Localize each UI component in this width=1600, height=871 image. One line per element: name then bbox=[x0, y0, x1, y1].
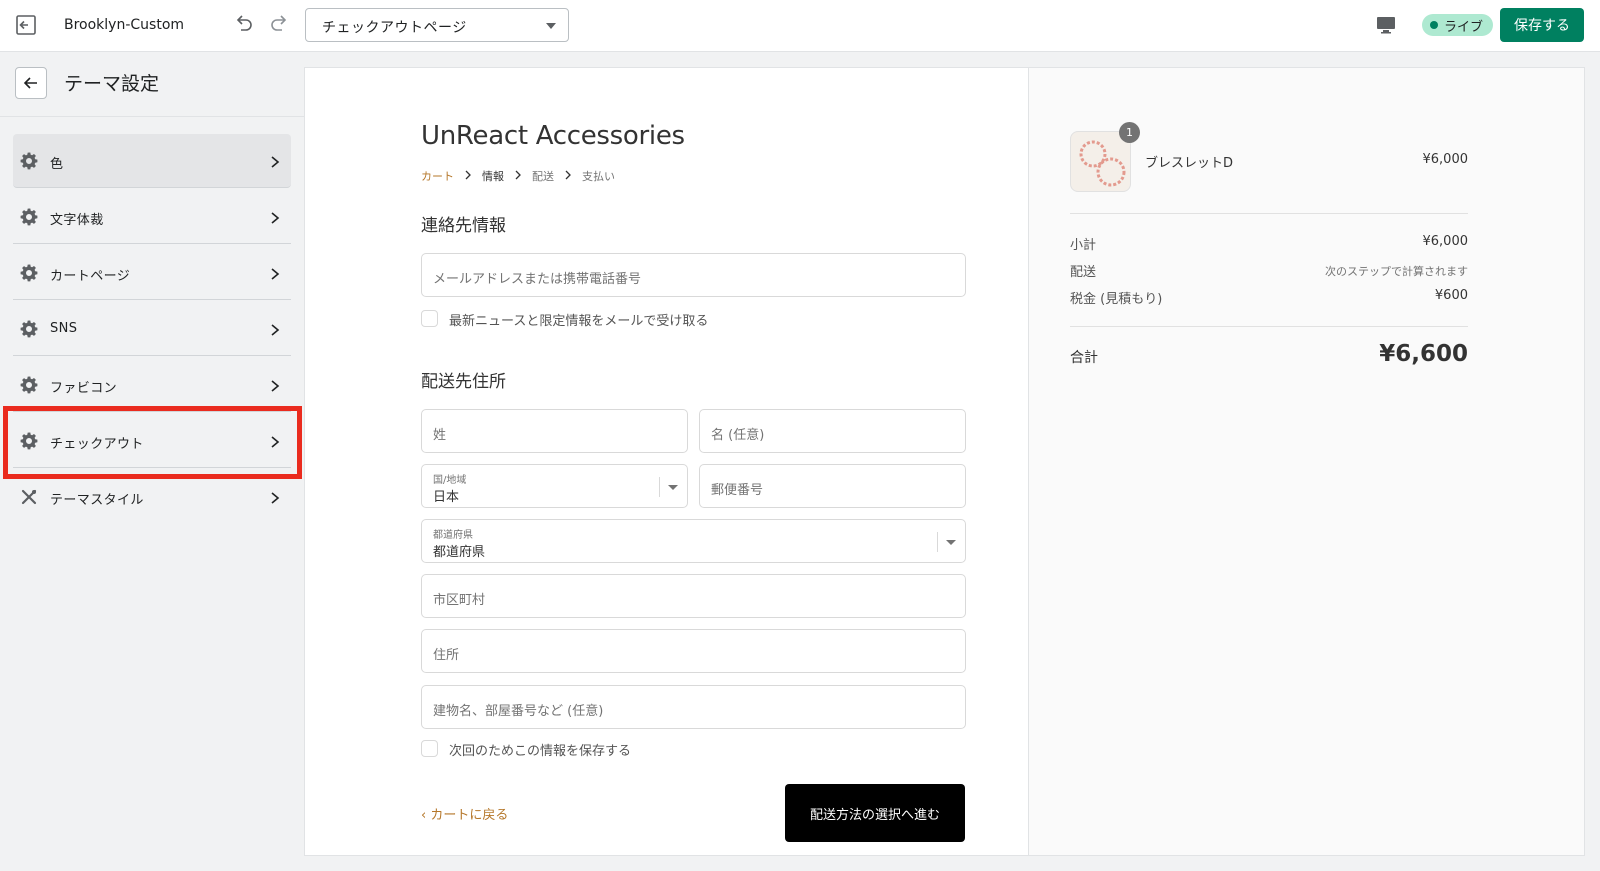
total-value: ¥6,600 bbox=[1379, 341, 1468, 367]
chevron-right-icon bbox=[269, 322, 281, 336]
total-label: 合計 bbox=[1070, 350, 1098, 366]
sidebar-item-cart-page[interactable]: カートページ bbox=[13, 246, 291, 300]
sidebar-item-favicon[interactable]: ファビコン bbox=[13, 358, 291, 412]
breadcrumb-info: 情報 bbox=[482, 170, 504, 183]
live-badge: ライブ bbox=[1422, 14, 1494, 36]
building-placeholder: 建物名、部屋番号など (任意) bbox=[433, 704, 604, 719]
continue-to-shipping-button[interactable]: 配送方法の選択へ進む bbox=[785, 784, 965, 842]
chevron-right-icon bbox=[269, 490, 281, 504]
country-value: 日本 bbox=[433, 490, 460, 505]
exit-icon[interactable] bbox=[14, 13, 40, 39]
chevron-down-icon bbox=[946, 540, 956, 545]
country-select[interactable]: 国/地域 日本 bbox=[421, 464, 688, 508]
gear-icon bbox=[19, 263, 39, 283]
shop-name[interactable]: UnReact Accessories bbox=[421, 121, 685, 151]
gear-icon bbox=[19, 151, 39, 171]
chevron-right-icon bbox=[564, 170, 572, 183]
breadcrumb-cart[interactable]: カート bbox=[421, 168, 454, 184]
sidebar-item-label: 文字体裁 bbox=[50, 213, 104, 228]
sidebar-item-color[interactable]: 色 bbox=[13, 134, 291, 188]
contact-section-title: 連絡先情報 bbox=[421, 216, 506, 236]
redo-icon[interactable] bbox=[267, 12, 293, 38]
gear-icon bbox=[19, 207, 39, 227]
save-info-label: 次回のためこの情報を保存する bbox=[449, 744, 632, 759]
select-divider bbox=[937, 532, 938, 552]
city-field[interactable]: 市区町村 bbox=[421, 574, 966, 618]
top-bar: Brooklyn-Custom チェックアウトページ ライブ 保存する bbox=[0, 0, 1600, 52]
live-dot-icon bbox=[1430, 21, 1438, 29]
product-price: ¥6,000 bbox=[1422, 152, 1469, 167]
breadcrumb-payment: 支払い bbox=[582, 170, 615, 183]
first-name-placeholder: 名 (任意) bbox=[711, 428, 765, 443]
address-field[interactable]: 住所 bbox=[421, 629, 966, 673]
sidebar-item-label: カートページ bbox=[50, 269, 131, 284]
save-button[interactable]: 保存する bbox=[1500, 8, 1584, 42]
back-to-cart-link[interactable]: ‹ カートに戻る bbox=[421, 804, 508, 823]
sidebar-item-sns[interactable]: SNS bbox=[13, 302, 291, 356]
shipping-value: 次のステップで計算されます bbox=[1325, 265, 1468, 278]
postal-code-field[interactable]: 郵便番号 bbox=[699, 464, 966, 508]
page-select-value: チェックアウトページ bbox=[322, 20, 467, 36]
back-button[interactable] bbox=[15, 67, 47, 99]
chevron-right-icon bbox=[269, 154, 281, 168]
country-label: 国/地域 bbox=[433, 475, 467, 486]
prefecture-select[interactable]: 都道府県 都道府県 bbox=[421, 519, 966, 563]
sidebar-item-label: SNS bbox=[50, 321, 78, 336]
sidebar-item-label: ファビコン bbox=[50, 381, 118, 396]
page-select[interactable]: チェックアウトページ bbox=[305, 8, 569, 42]
divider bbox=[1070, 213, 1468, 214]
last-name-placeholder: 姓 bbox=[433, 428, 447, 443]
quantity-badge: 1 bbox=[1119, 122, 1140, 143]
theme-name: Brooklyn-Custom bbox=[64, 17, 185, 33]
newsletter-checkbox[interactable] bbox=[421, 310, 438, 327]
tax-value: ¥600 bbox=[1434, 288, 1468, 303]
undo-icon[interactable] bbox=[232, 12, 258, 38]
postal-code-placeholder: 郵便番号 bbox=[711, 483, 764, 498]
highlight-box bbox=[3, 406, 302, 479]
chevron-down-icon bbox=[546, 23, 556, 29]
chevron-down-icon bbox=[668, 485, 678, 490]
tax-label: 税金 (見積もり) bbox=[1070, 292, 1163, 307]
sidebar-item-typography[interactable]: 文字体裁 bbox=[13, 190, 291, 244]
tools-icon bbox=[19, 487, 39, 507]
sidebar-header: テーマ設定 bbox=[0, 52, 304, 117]
first-name-field[interactable]: 名 (任意) bbox=[699, 409, 966, 453]
arrow-left-icon bbox=[23, 77, 37, 89]
building-field[interactable]: 建物名、部屋番号など (任意) bbox=[421, 685, 966, 729]
save-info-checkbox[interactable] bbox=[421, 740, 438, 757]
subtotal-label: 小計 bbox=[1070, 238, 1097, 253]
prefecture-label: 都道府県 bbox=[433, 530, 473, 541]
gear-icon bbox=[19, 375, 39, 395]
chevron-right-icon bbox=[269, 266, 281, 280]
chevron-right-icon bbox=[514, 170, 522, 183]
desktop-icon[interactable] bbox=[1375, 14, 1397, 36]
product-name: ブレスレットD bbox=[1145, 156, 1234, 171]
live-badge-label: ライブ bbox=[1444, 19, 1484, 35]
last-name-field[interactable]: 姓 bbox=[421, 409, 688, 453]
city-placeholder: 市区町村 bbox=[433, 593, 486, 608]
sidebar-title: テーマ設定 bbox=[64, 73, 160, 95]
breadcrumb-shipping: 配送 bbox=[532, 170, 554, 183]
divider bbox=[1070, 326, 1468, 327]
divider bbox=[1028, 67, 1029, 856]
back-to-cart-label: カートに戻る bbox=[430, 808, 509, 823]
gear-icon bbox=[19, 319, 39, 339]
prefecture-value: 都道府県 bbox=[433, 545, 486, 560]
select-divider bbox=[659, 477, 660, 497]
email-field[interactable]: メールアドレスまたは携帯電話番号 bbox=[421, 253, 966, 297]
subtotal-value: ¥6,000 bbox=[1422, 234, 1469, 249]
breadcrumb: カート 情報 配送 支払い bbox=[421, 168, 615, 184]
chevron-right-icon bbox=[269, 210, 281, 224]
chevron-right-icon bbox=[464, 170, 472, 183]
sidebar-item-label: テーマスタイル bbox=[50, 493, 144, 508]
chevron-right-icon bbox=[269, 378, 281, 392]
email-placeholder: メールアドレスまたは携帯電話番号 bbox=[433, 272, 642, 287]
address-placeholder: 住所 bbox=[433, 648, 460, 663]
sidebar-item-label: 色 bbox=[50, 157, 64, 172]
shipping-section-title: 配送先住所 bbox=[421, 372, 506, 392]
chevron-left-icon: ‹ bbox=[421, 808, 431, 823]
newsletter-label: 最新ニュースと限定情報をメールで受け取る bbox=[449, 314, 709, 329]
shipping-label: 配送 bbox=[1070, 265, 1097, 280]
